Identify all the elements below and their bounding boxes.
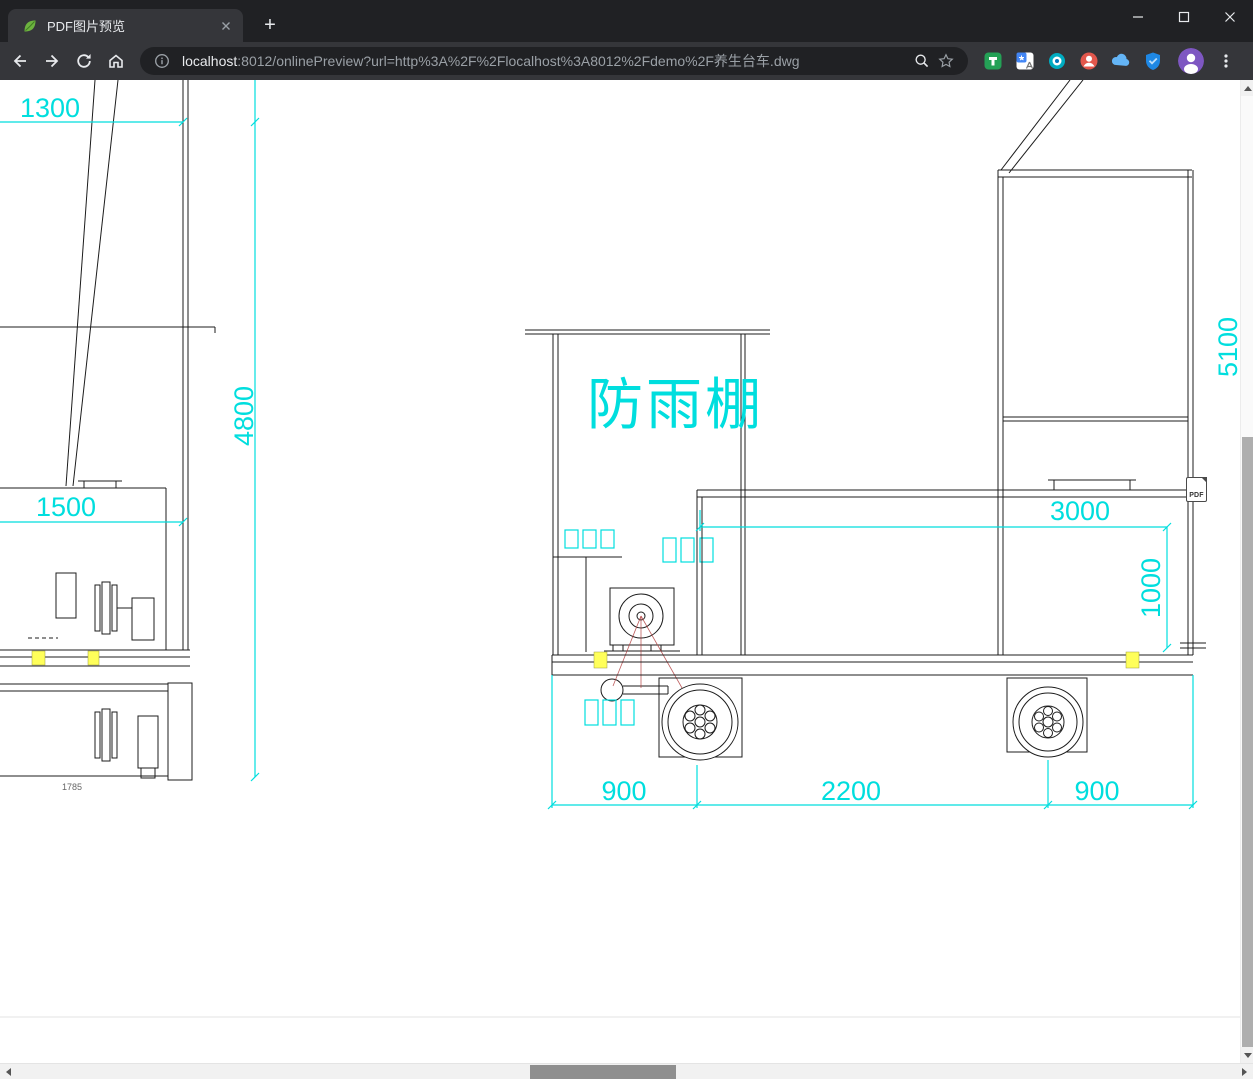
dim-4800-label: 4800 — [229, 386, 259, 446]
home-icon[interactable] — [102, 47, 130, 75]
page-fold-icon — [1201, 477, 1207, 483]
right-tower-dimensions: 5100 3000 1000 — [695, 317, 1240, 653]
tab-title: PDF图片预览 — [47, 19, 126, 34]
url-host: localhost — [182, 53, 238, 69]
dim-900-right-label: 900 — [1074, 776, 1119, 806]
browser-toolbar: localhost:8012/onlinePreview?url=http%3A… — [0, 42, 1253, 80]
bookmark-star-icon[interactable] — [934, 49, 958, 73]
dim-3000-label: 3000 — [1050, 496, 1110, 526]
url-path: :8012/onlinePreview?url=http%3A%2F%2Floc… — [237, 53, 800, 69]
scroll-up-icon[interactable] — [1241, 80, 1253, 96]
cad-drawing-canvas: 1300 4800 1500 1785 防雨棚 5100 3000 1000 9… — [0, 80, 1240, 1018]
address-bar[interactable]: localhost:8012/onlinePreview?url=http%3A… — [140, 47, 968, 75]
vertical-scrollbar[interactable] — [1240, 80, 1253, 1063]
dim-1785-label: 1785 — [62, 782, 82, 792]
reload-icon[interactable] — [70, 47, 98, 75]
extension-green-icon[interactable] — [982, 50, 1004, 72]
pdf-download-icon[interactable]: PDF — [1186, 477, 1207, 502]
maximize-icon[interactable] — [1161, 0, 1207, 34]
browser-menu-icon[interactable] — [1214, 49, 1238, 73]
dim-900-left-label: 900 — [601, 776, 646, 806]
scroll-left-icon[interactable] — [0, 1064, 17, 1079]
vertical-scroll-thumb[interactable] — [1242, 437, 1253, 1047]
pdf-badge-label: PDF — [1189, 492, 1204, 499]
new-tab-button[interactable]: + — [256, 12, 284, 40]
left-elevation-dimensions: 1300 4800 1500 1785 — [0, 80, 260, 792]
extension-person-icon[interactable] — [1078, 50, 1100, 72]
dim-1000-label: 1000 — [1136, 558, 1166, 618]
tab-close-icon[interactable] — [217, 17, 235, 35]
browser-titlebar: PDF图片预览 + — [0, 0, 1253, 42]
extension-blue-ring-icon[interactable] — [1046, 50, 1068, 72]
dim-5100-label: 5100 — [1213, 317, 1240, 377]
minimize-icon[interactable] — [1115, 0, 1161, 34]
extension-cloud-icon[interactable] — [1110, 50, 1132, 72]
forward-icon[interactable] — [38, 47, 66, 75]
right-tower-lines — [696, 80, 1206, 655]
scroll-down-icon[interactable] — [1241, 1047, 1253, 1063]
close-icon[interactable] — [1207, 0, 1253, 34]
horizontal-scrollbar[interactable] — [0, 1063, 1253, 1079]
extensions-row — [982, 50, 1164, 72]
browser-window: PDF图片预览 + localhost:8012/onlinePreview?u… — [0, 0, 1253, 1079]
browser-tab[interactable]: PDF图片预览 — [8, 9, 243, 42]
window-controls — [1115, 0, 1253, 34]
url-text: localhost:8012/onlinePreview?url=http%3A… — [182, 51, 910, 71]
page-info-icon[interactable] — [150, 49, 174, 73]
back-icon[interactable] — [6, 47, 34, 75]
page-content: 1300 4800 1500 1785 防雨棚 5100 3000 1000 9… — [0, 80, 1253, 1079]
horizontal-scroll-thumb[interactable] — [530, 1065, 676, 1079]
dim-1500-label: 1500 — [36, 492, 96, 522]
zoom-icon[interactable] — [910, 49, 934, 73]
left-elevation-lines — [0, 80, 216, 781]
chassis-lines — [551, 651, 1193, 761]
profile-avatar[interactable] — [1178, 48, 1204, 74]
chassis-dimensions: 900 2200 900 — [547, 675, 1198, 810]
rain-shelter-label: 防雨棚 — [587, 373, 764, 436]
dim-1300-label: 1300 — [20, 93, 80, 123]
extension-shield-icon[interactable] — [1142, 50, 1164, 72]
dim-2200-label: 2200 — [821, 776, 881, 806]
extension-translate-icon[interactable] — [1014, 50, 1036, 72]
spring-leaf-favicon — [22, 18, 38, 34]
scroll-right-icon[interactable] — [1236, 1064, 1253, 1079]
